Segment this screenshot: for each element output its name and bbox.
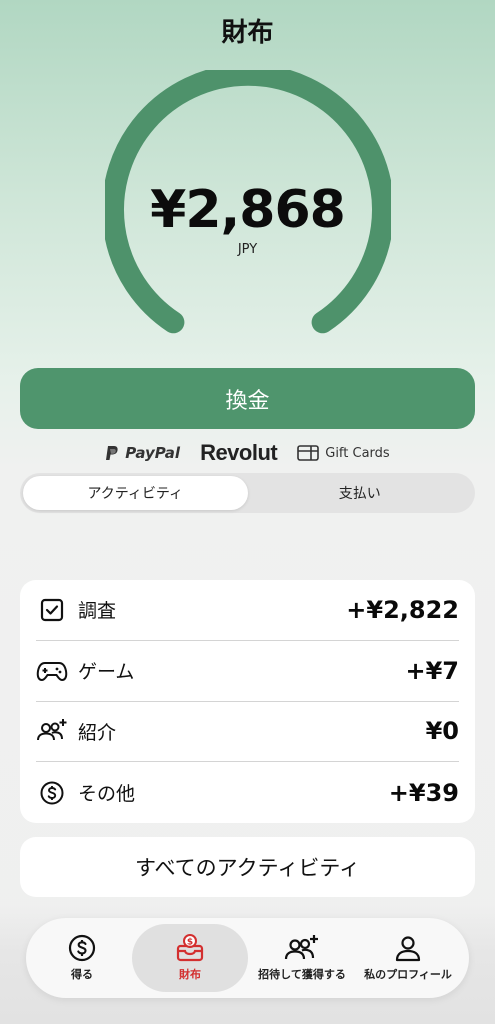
person-icon xyxy=(395,936,421,962)
gamepad-icon xyxy=(36,655,68,687)
activity-summary-card: 調査 +¥2,822 ゲーム +¥7 紹介 ¥0 その他 +¥39 xyxy=(20,580,475,823)
gift-card-icon xyxy=(297,445,320,461)
activity-label: 紹介 xyxy=(78,721,117,744)
tab-activity[interactable]: アクティビティ xyxy=(23,476,248,510)
dollar-coin-icon xyxy=(68,934,96,962)
referral-icon xyxy=(36,715,68,747)
activity-row-games[interactable]: ゲーム +¥7 xyxy=(36,641,459,702)
revolut-logo: Revolut xyxy=(200,440,278,466)
activity-segment-control: アクティビティ 支払い xyxy=(20,473,475,513)
paypal-icon xyxy=(106,445,118,460)
nav-invite-label: 招待して獲得する xyxy=(258,968,346,981)
activity-value: +¥7 xyxy=(405,656,459,685)
nav-earn[interactable]: 得る xyxy=(32,924,132,992)
bottom-navigation: 得る $ 財布 招待して獲得する 私のプロフィール xyxy=(26,918,469,998)
page-title: 財布 xyxy=(221,18,274,48)
balance-amount: ¥2,868 xyxy=(150,180,346,240)
tab-payments[interactable]: 支払い xyxy=(248,476,473,510)
checkbox-icon xyxy=(36,594,68,626)
paypal-label: PayPal xyxy=(125,444,181,462)
withdraw-button[interactable]: 換金 xyxy=(20,368,475,429)
wallet-icon: $ xyxy=(176,934,204,962)
activity-label: 調査 xyxy=(78,600,117,623)
activity-label: その他 xyxy=(78,783,136,806)
nav-profile[interactable]: 私のプロフィール xyxy=(356,924,460,992)
revolut-label: Revolut xyxy=(200,440,278,465)
nav-invite[interactable]: 招待して獲得する xyxy=(248,924,356,992)
svg-text:$: $ xyxy=(187,938,193,948)
activity-value: +¥39 xyxy=(388,778,459,807)
balance-currency: JPY xyxy=(237,242,258,257)
nav-wallet-label: 財布 xyxy=(179,968,201,981)
invite-icon xyxy=(284,935,318,960)
all-activity-button[interactable]: すべてのアクティビティ xyxy=(20,837,475,897)
giftcards-label: Gift Cards xyxy=(325,445,390,461)
nav-profile-label: 私のプロフィール xyxy=(364,968,452,981)
activity-row-referrals[interactable]: 紹介 ¥0 xyxy=(36,702,459,763)
nav-wallet[interactable]: $ 財布 xyxy=(132,924,248,992)
giftcards-logo: Gift Cards xyxy=(297,445,390,461)
activity-row-surveys[interactable]: 調査 +¥2,822 xyxy=(36,580,459,641)
activity-value: ¥0 xyxy=(425,717,459,746)
activity-label: ゲーム xyxy=(78,661,135,684)
payout-providers: PayPal Revolut Gift Cards xyxy=(0,440,495,466)
paypal-logo: PayPal xyxy=(105,444,180,462)
activity-value: +¥2,822 xyxy=(346,595,459,624)
activity-row-other[interactable]: その他 +¥39 xyxy=(36,762,459,823)
dollar-coin-icon xyxy=(36,777,68,809)
nav-earn-label: 得る xyxy=(71,968,93,981)
